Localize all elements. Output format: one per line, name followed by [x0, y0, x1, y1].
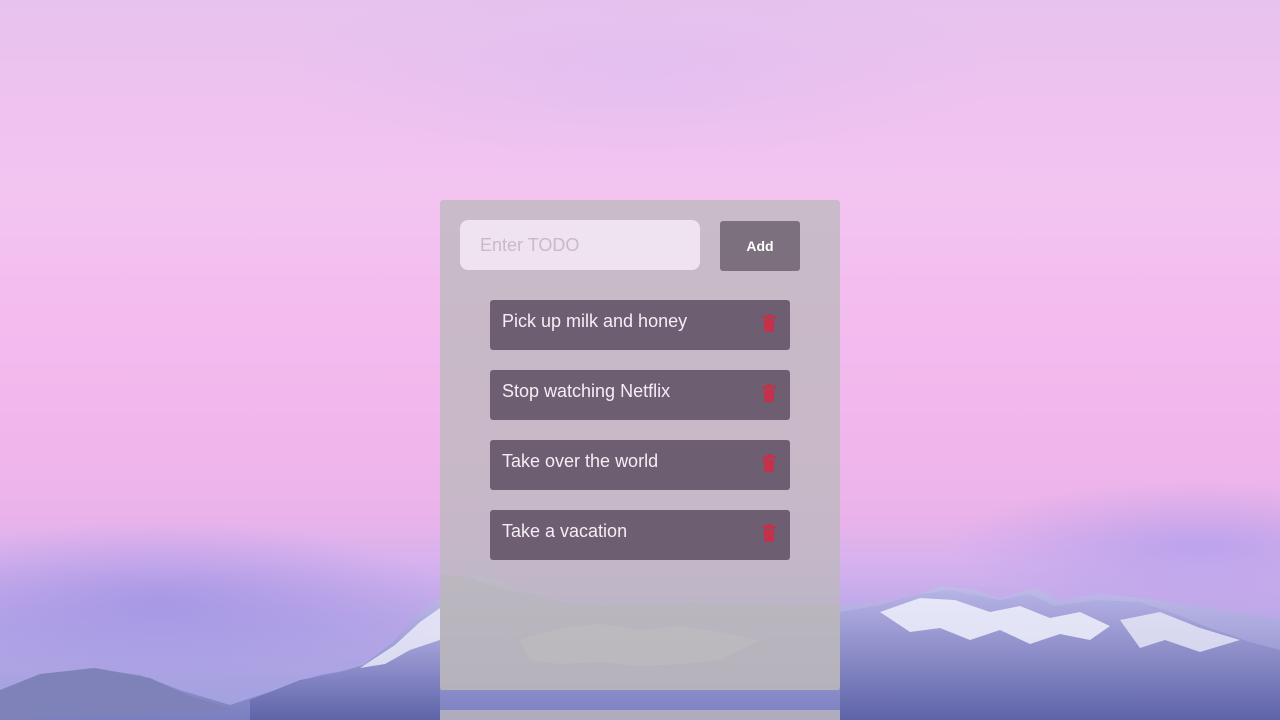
todo-text: Take a vacation	[502, 521, 628, 541]
trash-icon	[762, 524, 776, 542]
trash-icon	[762, 314, 776, 332]
todo-text: Stop watching Netflix	[502, 381, 671, 401]
trash-icon	[762, 384, 776, 402]
todo-item: Take over the world	[490, 440, 790, 490]
delete-button[interactable]	[760, 523, 778, 543]
delete-button[interactable]	[760, 313, 778, 333]
todo-item: Pick up milk and honey	[490, 300, 790, 350]
delete-button[interactable]	[760, 383, 778, 403]
todo-list: Pick up milk and honey Stop watching Net…	[490, 300, 790, 580]
todo-item: Stop watching Netflix	[490, 370, 790, 420]
delete-button[interactable]	[760, 453, 778, 473]
todo-input[interactable]	[460, 220, 700, 270]
add-button[interactable]: Add	[720, 221, 800, 271]
todo-panel-lower	[440, 710, 840, 720]
todo-panel: Add Pick up milk and honey Stop watching…	[440, 200, 840, 690]
todo-text: Pick up milk and honey	[502, 311, 688, 331]
todo-text: Take over the world	[502, 451, 659, 471]
trash-icon	[762, 454, 776, 472]
todo-item: Take a vacation	[490, 510, 790, 560]
